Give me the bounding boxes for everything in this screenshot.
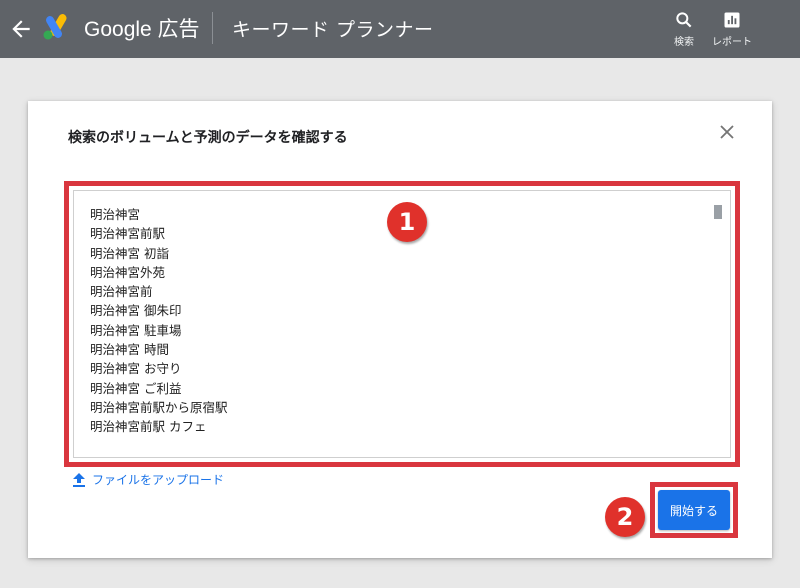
report-label: レポート: [712, 37, 752, 48]
keyword-line: 明治神宮 時間: [90, 342, 169, 358]
upload-label: ファイルをアップロード: [92, 473, 225, 487]
search-icon: [676, 12, 692, 28]
keyword-line: 明治神宮前駅 カフェ: [90, 419, 207, 435]
start-button[interactable]: 開始する: [658, 490, 730, 530]
back-arrow-icon[interactable]: [8, 16, 34, 42]
keyword-line: 明治神宮 お守り: [90, 361, 182, 377]
scrollbar-thumb[interactable]: [714, 205, 722, 219]
tool-title: キーワード プランナー: [232, 19, 434, 41]
app-header: Google 広告 キーワード プランナー 検索 レポート: [0, 0, 800, 58]
keyword-line: 明治神宮: [90, 207, 141, 222]
keyword-line: 明治神宮前駅: [90, 226, 166, 242]
header-divider: [212, 12, 213, 44]
keyword-line: 明治神宮 ご利益: [90, 380, 182, 396]
bar-chart-icon: [724, 12, 740, 28]
keyword-line: 明治神宮前駅から原宿駅: [90, 399, 228, 415]
report-button[interactable]: レポート: [702, 10, 762, 48]
keyword-volume-dialog: 検索のボリュームと予測のデータを確認する 明治神宮 明治神宮前駅 明治神宮 初詣…: [28, 101, 772, 558]
start-button-highlight: 開始する: [650, 482, 738, 538]
dialog-title: 検索のボリュームと予測のデータを確認する: [68, 130, 348, 146]
keyword-line: 明治神宮 駐車場: [90, 322, 182, 338]
upload-file-link[interactable]: ファイルをアップロード: [72, 471, 224, 491]
keyword-list: 明治神宮 明治神宮前駅 明治神宮 初詣 明治神宮外苑 明治神宮前 明治神宮 御朱…: [90, 205, 228, 437]
keyword-line: 明治神宮外苑: [90, 264, 166, 280]
keyword-line: 明治神宮前: [90, 284, 153, 300]
keyword-line: 明治神宮 初詣: [90, 245, 169, 261]
keyword-line: 明治神宮 御朱印: [90, 303, 182, 319]
close-icon[interactable]: [716, 121, 738, 143]
annotation-badge-2: 2: [605, 497, 645, 537]
brand-name: Google 広告: [84, 18, 200, 41]
upload-icon: [73, 472, 85, 487]
annotation-badge-1: 1: [387, 202, 427, 242]
google-ads-logo-icon: [42, 13, 72, 41]
